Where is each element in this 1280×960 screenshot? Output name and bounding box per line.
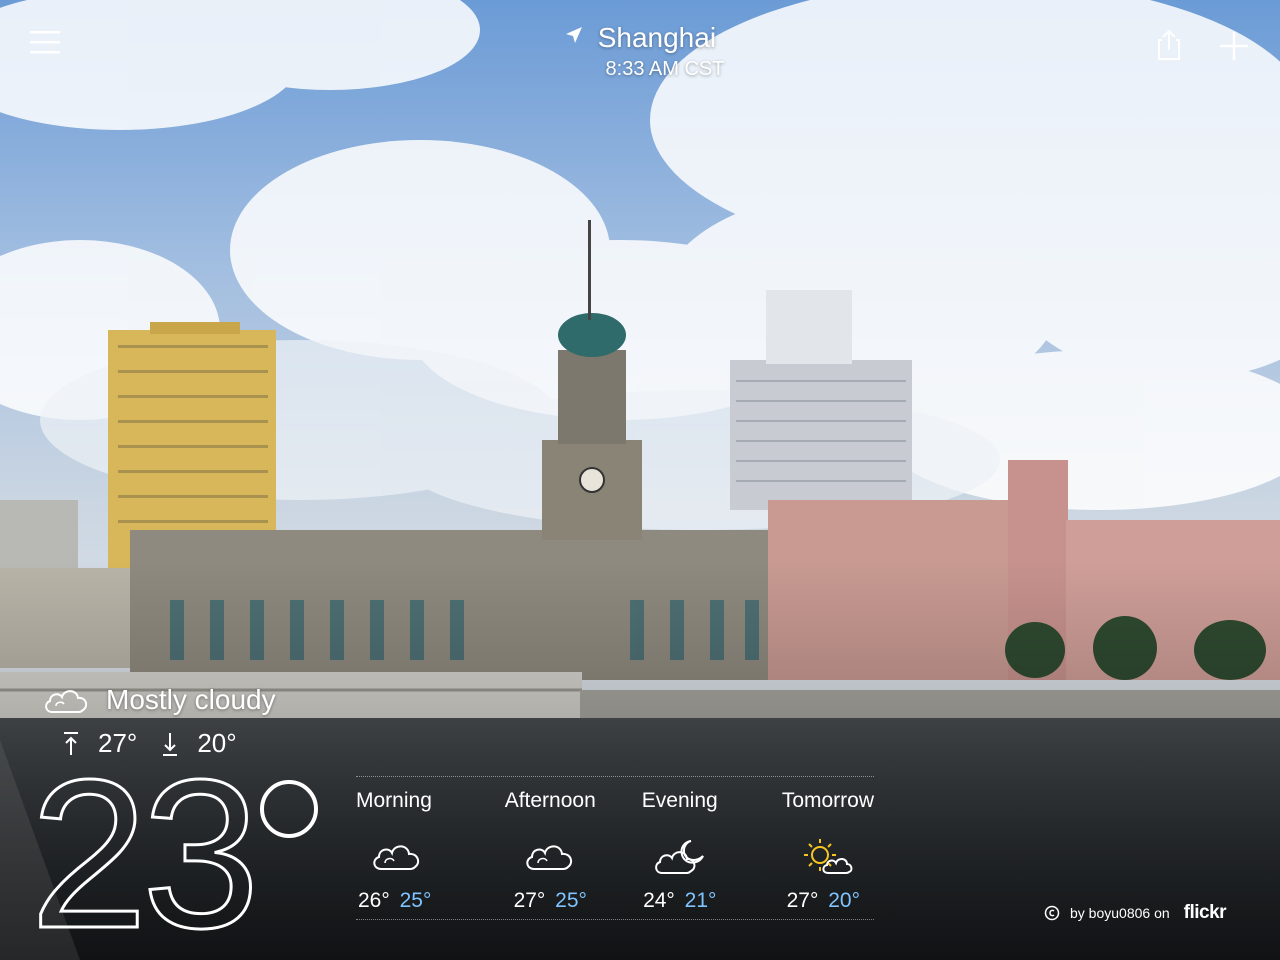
cloud-icon <box>526 845 573 870</box>
forecast-temps: 27° 20° <box>786 889 860 912</box>
creative-commons-icon <box>1044 905 1060 921</box>
forecast-evening[interactable]: Evening 24° 21° <box>615 777 745 919</box>
condition-text: Mostly cloudy <box>106 684 276 715</box>
forecast-strip: Morning 26° 25° Afternoon 27° 25° Evenin… <box>356 776 874 920</box>
forecast-label: Evening <box>641 789 718 812</box>
forecast-label: Morning <box>356 789 432 812</box>
flickr-logo[interactable]: flickr <box>1184 902 1227 924</box>
cloud-icon <box>373 845 420 870</box>
forecast-temps: 24° 21° <box>643 889 717 912</box>
moon-cloud-icon <box>654 840 704 874</box>
credit-author: by boyu0806 on <box>1070 905 1170 921</box>
local-time: 8:33 AM CST <box>605 58 725 80</box>
share-icon[interactable] <box>1152 28 1186 62</box>
forecast-afternoon[interactable]: Afternoon 27° 25° <box>486 777 616 919</box>
forecast-temps: 27° 25° <box>513 889 587 912</box>
sun-cloud-icon <box>804 839 853 874</box>
forecast-morning[interactable]: Morning 26° 25° <box>356 777 486 919</box>
city-name[interactable]: Shanghai <box>598 22 716 53</box>
forecast-label: Tomorrow <box>781 789 874 812</box>
forecast-tomorrow[interactable]: Tomorrow 27° 20° <box>745 777 874 919</box>
location-arrow-icon <box>565 27 582 43</box>
photo-credit[interactable]: by boyu0806 on flickr <box>1044 902 1227 924</box>
current-temperature: 23 <box>29 735 262 960</box>
add-icon[interactable] <box>1214 26 1254 66</box>
degree-symbol <box>260 780 318 838</box>
current-condition: Mostly cloudy <box>42 684 276 716</box>
location-header: Shanghai 8:33 AM CST <box>0 22 1280 81</box>
forecast-temps: 26° 25° <box>358 889 432 912</box>
cloud-icon <box>45 690 88 713</box>
forecast-label: Afternoon <box>504 789 596 812</box>
